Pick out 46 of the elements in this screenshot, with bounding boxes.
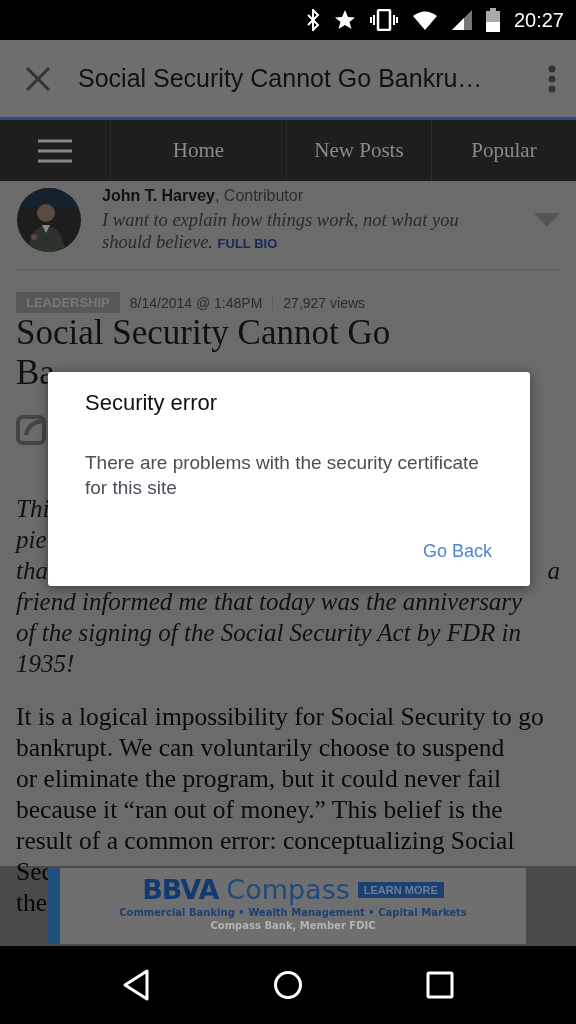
intro-text: tha [16,556,48,586]
menu-icon[interactable] [38,138,72,163]
intro-text: Thi [16,494,50,524]
intro-text: pie [16,525,47,555]
brand-logo-text: BBVA [142,874,219,905]
close-icon[interactable] [24,64,52,93]
ad-tagline: Commercial Banking • Wealth Management • Capital Markets [119,907,467,918]
author-name[interactable]: John T. Harvey [102,187,215,204]
intro-text: of the signing of the Social Security Act by FDR in [16,618,521,648]
body-text: result of a common error: conceptualizing Social [16,825,515,856]
wifi-icon [411,10,438,30]
intro-text: a [547,556,560,586]
home-icon[interactable] [273,970,303,1000]
author-role: , Contributor [214,187,303,204]
nav-link[interactable]: New Posts [286,120,431,181]
more-icon[interactable] [548,64,556,93]
article-title-text: Social Security Cannot Go [16,313,391,353]
body-text: It is a logical impossibility for Social Security to go [16,701,544,732]
author-tagline: I want to explain how things work, not what you should believe. FULL BIO [102,209,460,254]
star-icon [333,9,356,31]
body-text: bankrupt. We can voluntarily choose to suspend [16,732,505,763]
brand-logo-text: Compass [226,874,350,905]
full-bio-link[interactable]: FULL BIO [217,236,278,251]
go-back-button[interactable]: Go Back [422,535,492,568]
intro-text: friend informed me that today was the anniversary [16,587,523,617]
dialog-message: There are problems with the security certificate for this site [85,451,480,500]
intro-text: 1935! [16,649,75,679]
vibrate-icon [369,9,398,31]
clock-time: 20:27 [513,8,564,32]
learn-more-button[interactable]: LEARN MORE [357,881,444,898]
back-icon[interactable] [121,969,150,1001]
body-text: or eliminate the program, but it could never fail [16,763,502,794]
page-title: Social Security Cannot Go Bankru… [78,64,484,93]
signal-icon [451,10,472,30]
dialog-title: Security error [85,390,219,416]
bluetooth-icon [305,9,320,31]
view-count: 27,927 views [283,294,366,311]
nav-link[interactable]: Home [110,120,286,181]
ad-banner[interactable]: BBVA Compass LEARN MORE Commercial Banking • Wealth Management • Capital Markets Compass Bank, Member FDIC [48,868,526,944]
recents-icon[interactable] [426,971,455,999]
nav-link[interactable]: Popular [431,120,576,181]
post-date: 8/14/2014 @ 1:48PM [129,294,263,311]
ad-disclaimer: Compass Bank, Member FDIC [210,920,376,931]
body-text: because it “ran out of money.” This belief is the [16,794,503,825]
body-text: the [16,887,48,918]
battery-icon [485,8,500,32]
